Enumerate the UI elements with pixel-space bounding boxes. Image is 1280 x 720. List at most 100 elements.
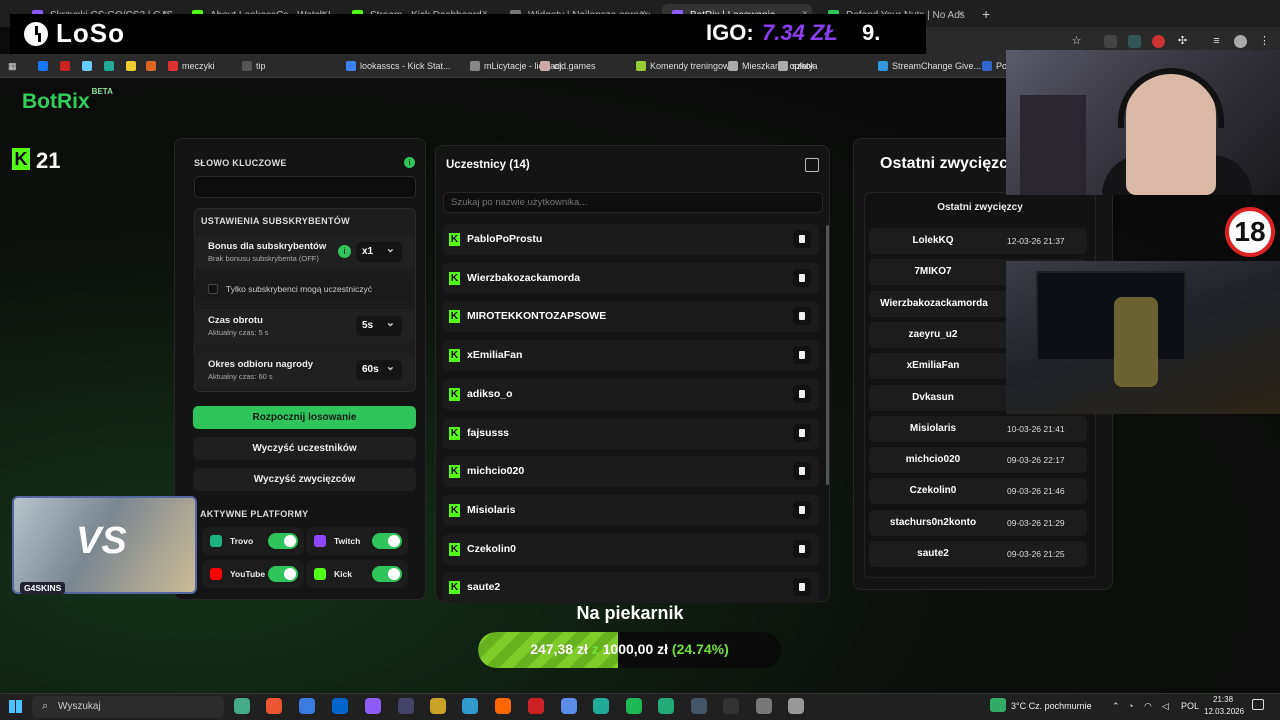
platform-label: Trovo xyxy=(230,536,254,546)
taskbar-app-icon[interactable] xyxy=(561,698,577,714)
apps-icon[interactable]: ▦ xyxy=(8,59,17,73)
participant-row: Kadikso_o xyxy=(443,378,819,410)
delete-icon[interactable] xyxy=(793,578,811,597)
puzzle-icon[interactable]: ✣ xyxy=(1176,35,1189,48)
info-icon[interactable]: i xyxy=(404,157,415,168)
bookmark-item[interactable]: lookasscs - Kick Stat... xyxy=(346,59,451,73)
winner-name: LolekKQ xyxy=(912,235,954,246)
start-draw-button[interactable]: Rozpocznij losowanie xyxy=(193,406,416,429)
taskbar-app-icon[interactable] xyxy=(495,698,511,714)
delete-icon[interactable] xyxy=(793,346,811,365)
taskbar-app-icon[interactable] xyxy=(626,698,642,714)
participant-row: K Wierzbakozackamorda xyxy=(443,262,819,294)
taskbar-app-icon[interactable] xyxy=(528,698,544,714)
info-icon[interactable]: i xyxy=(338,245,351,258)
youtube-icon xyxy=(210,568,222,580)
webcam-overlay xyxy=(1006,50,1280,195)
clear-winners-button[interactable]: Wyczyść zwycięzców xyxy=(193,468,416,491)
copy-icon[interactable] xyxy=(805,158,819,172)
participant-search-input[interactable] xyxy=(443,192,823,213)
delete-icon[interactable] xyxy=(793,539,811,558)
taskbar-app-icon[interactable] xyxy=(266,698,282,714)
claim-time-select[interactable]: 60s xyxy=(356,357,402,380)
age-18-badge: 18 xyxy=(1225,207,1275,257)
new-tab-button[interactable]: + xyxy=(982,6,990,22)
taskbar-app-icon[interactable] xyxy=(234,698,250,714)
extension-icon[interactable] xyxy=(1152,35,1165,48)
weather-text[interactable]: 3°C Cz. pochmurnie xyxy=(1011,701,1092,711)
kick-icon: K xyxy=(449,271,460,285)
taskbar-app-icon[interactable] xyxy=(332,698,348,714)
clock-date[interactable]: 12.03.2026 xyxy=(1204,707,1244,716)
taskbar-app-icon[interactable] xyxy=(365,698,381,714)
shelf xyxy=(1020,95,1086,195)
clock-icon xyxy=(24,22,48,46)
winner-name: Czekolin0 xyxy=(909,485,957,497)
network-icon[interactable]: ◔ xyxy=(1128,701,1133,711)
clock-time[interactable]: 21:38 xyxy=(1213,695,1233,704)
delete-icon[interactable] xyxy=(793,500,811,519)
volume-icon[interactable]: ◁ xyxy=(1162,701,1169,712)
bookmark-item[interactable]: meczyki xyxy=(168,59,215,73)
participant-row: Kmichcio020 xyxy=(443,456,819,488)
weather-icon[interactable] xyxy=(990,698,1006,712)
winner-row: LolekKQ 12-03-26 21:37 xyxy=(869,228,1087,254)
spin-time-select[interactable]: 5s xyxy=(356,313,402,336)
language-indicator[interactable]: POL xyxy=(1181,701,1199,711)
bookmark-icon xyxy=(636,61,646,71)
bookmark-item[interactable]: szkoła xyxy=(778,59,818,73)
subs-only-checkbox[interactable] xyxy=(208,284,218,294)
extension-icon[interactable] xyxy=(1128,35,1141,48)
bookmark-item[interactable]: StreamChange Give... xyxy=(878,59,981,73)
promo-label: G4SKINS xyxy=(20,582,66,594)
platform-toggle[interactable] xyxy=(268,533,298,549)
tray-chevron-icon[interactable]: ⌃ xyxy=(1112,701,1120,712)
windows-start-icon[interactable] xyxy=(9,700,22,713)
delete-icon[interactable] xyxy=(793,230,811,248)
bookmark-item[interactable]: Komendy treningow... xyxy=(636,59,737,73)
taskbar-app-icon[interactable] xyxy=(593,698,609,714)
menu-icon[interactable]: ⋮ xyxy=(1258,35,1271,48)
botrix-logo[interactable]: BotRix BETA xyxy=(22,87,113,114)
notification-icon[interactable] xyxy=(1252,699,1264,710)
bonus-select[interactable]: x1 xyxy=(356,239,402,262)
taskbar-app-icon[interactable] xyxy=(756,698,772,714)
taskbar-search[interactable]: Wyszukaj xyxy=(32,696,224,718)
bookmark-icon xyxy=(728,61,738,71)
bookmark-item[interactable]: old games xyxy=(540,59,596,73)
taskbar-app-icon[interactable] xyxy=(430,698,446,714)
delete-icon[interactable] xyxy=(793,384,811,403)
clear-participants-button[interactable]: Wyczyść uczestników xyxy=(193,437,416,460)
participants-scrollbar[interactable] xyxy=(826,225,829,485)
star-icon[interactable]: ☆ xyxy=(1070,35,1083,48)
taskbar-app-icon[interactable] xyxy=(398,698,414,714)
delete-icon[interactable] xyxy=(793,423,811,442)
delete-icon[interactable] xyxy=(793,307,811,326)
bookmark-item[interactable]: tip xyxy=(242,59,266,73)
delete-icon[interactable] xyxy=(793,462,811,481)
bookmarks-bar: ▦ meczyki tip lookasscs - Kick Stat... mLic… xyxy=(0,54,1081,78)
extension-icon[interactable] xyxy=(1104,35,1117,48)
kick-count: K 21 xyxy=(12,148,60,174)
delete-icon[interactable] xyxy=(793,268,811,287)
monitor xyxy=(1036,271,1186,361)
taskbar-app-icon[interactable] xyxy=(723,698,739,714)
platform-toggle[interactable] xyxy=(268,566,298,582)
platform-toggle[interactable] xyxy=(372,566,402,582)
taskbar-app-icon[interactable] xyxy=(462,698,478,714)
platform-toggle[interactable] xyxy=(372,533,402,549)
close-tab-icon[interactable]: × xyxy=(958,8,964,20)
avatar[interactable] xyxy=(1234,35,1247,48)
bookmark-icon xyxy=(470,61,480,71)
wifi-icon[interactable]: ◠ xyxy=(1144,701,1152,712)
taskbar-app-icon[interactable] xyxy=(691,698,707,714)
tab-search-icon[interactable]: ≡ xyxy=(1210,35,1223,48)
keyword-label: SŁOWO KLUCZOWE xyxy=(194,158,287,168)
taskbar-app-icon[interactable] xyxy=(658,698,674,714)
subs-only-row[interactable]: Tylko subskrybenci mogą uczestniczyć xyxy=(194,278,414,300)
taskbar-app-icon[interactable] xyxy=(788,698,804,714)
taskbar-app-icon[interactable] xyxy=(299,698,315,714)
claim-time-row: Okres odbioru nagrody Aktualny czas: 60 … xyxy=(194,353,414,387)
keyword-input[interactable] xyxy=(194,176,416,198)
participant-name: xEmiliaFan xyxy=(467,349,523,362)
